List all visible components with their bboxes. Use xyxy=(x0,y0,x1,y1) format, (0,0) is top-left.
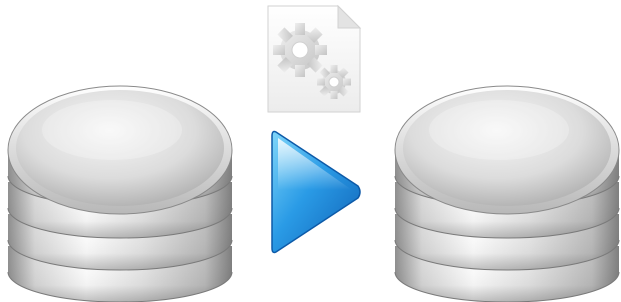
config-file-gears-icon xyxy=(262,2,366,116)
source-database-icon xyxy=(0,68,240,302)
play-arrow-icon xyxy=(268,126,364,258)
target-database-icon xyxy=(387,68,621,302)
scene xyxy=(0,0,621,302)
